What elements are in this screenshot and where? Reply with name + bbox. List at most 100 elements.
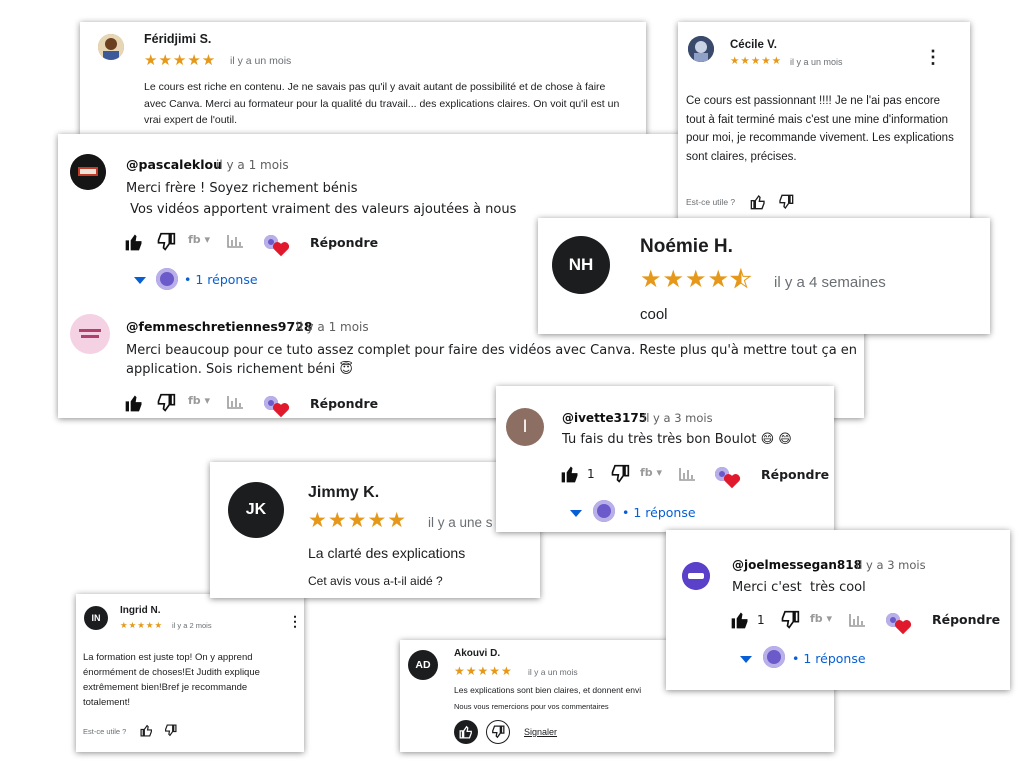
review-text: Les explications sont bien claires, et d… (454, 685, 642, 695)
reviewer-name: Cécile V. (730, 39, 777, 51)
avatar: IN (84, 606, 108, 630)
star-rating: ★★★★★ (308, 509, 408, 532)
reply-button[interactable]: Répondre (310, 396, 378, 411)
stats-icon[interactable] (848, 612, 866, 628)
thumb-up-icon[interactable] (560, 464, 580, 484)
fb-icon[interactable]: fb ▾ (188, 233, 210, 246)
reply-button[interactable]: Répondre (310, 235, 378, 250)
thanks-message: Nous vous remercions pour vos commentair… (454, 702, 609, 711)
reviewer-name: Jimmy K. (308, 484, 380, 501)
comment-author[interactable]: @femmeschretiennes9728 (126, 319, 313, 334)
stats-icon[interactable] (678, 466, 696, 482)
heart-icon (272, 403, 290, 418)
stats-icon[interactable] (226, 394, 244, 410)
chevron-down-icon[interactable] (740, 656, 752, 663)
heart-icon (272, 242, 290, 257)
comment-text: Merci c'est très cool (732, 580, 866, 595)
fb-icon[interactable]: fb ▾ (640, 466, 662, 479)
heart-icon (723, 474, 741, 489)
review-time: il y a un mois (230, 55, 292, 67)
report-link[interactable]: Signaler (524, 727, 557, 737)
review-text: cool (640, 306, 668, 323)
avatar: AD (408, 650, 438, 680)
fb-icon[interactable]: fb ▾ (188, 394, 210, 407)
review-card-ingrid: IN Ingrid N. ★★★★★ il y a 2 mois ⋮ La fo… (76, 594, 304, 752)
comment-author[interactable]: @joelmessegan818 (732, 558, 862, 572)
thumb-down-icon[interactable] (164, 724, 177, 737)
youtube-comment-joel: @joelmessegan818 il y a 3 mois Merci c'e… (666, 530, 1010, 690)
thumb-down-icon (492, 725, 505, 739)
replies-label[interactable]: 1 réponse (633, 505, 695, 520)
replies-label[interactable]: 1 réponse (803, 651, 865, 666)
helpful-label: Cet avis vous a-t-il aidé ? (308, 574, 443, 588)
channel-avatar[interactable]: I (506, 408, 544, 446)
reply-button[interactable]: Répondre (932, 612, 1000, 627)
thumb-up-icon[interactable] (140, 724, 153, 737)
review-card-feridjimi: Féridjimi S. ★★★★★ il y a un mois Le cou… (80, 22, 646, 136)
creator-avatar (156, 268, 178, 290)
reviewer-name: Ingrid N. (120, 605, 161, 616)
channel-avatar[interactable] (682, 562, 710, 590)
comment-text: Vos vidéos apportent vraiment des valeur… (126, 202, 517, 217)
comment-text: Merci frère ! Soyez richement bénis (126, 181, 358, 196)
chevron-down-icon[interactable] (570, 510, 582, 517)
thumb-down-icon[interactable] (778, 194, 794, 210)
comment-time[interactable]: il y a 1 mois (216, 158, 289, 172)
review-text: Le cours est riche en contenu. Je ne sav… (144, 81, 620, 126)
star-rating: ★★★★★ (640, 266, 753, 293)
comment-author[interactable]: @pascaleklou (126, 157, 222, 172)
avatar: NH (552, 236, 610, 294)
helpful-label: Est-ce utile ? (83, 727, 127, 736)
thumb-up-icon[interactable] (124, 232, 144, 252)
avatar (688, 36, 714, 62)
review-card-cecile: Cécile V. ★★★★★ il y a un mois ⋮ Ce cour… (678, 22, 970, 228)
thumb-up-button[interactable] (454, 720, 478, 744)
view-replies-link[interactable]: • 1 réponse (184, 272, 258, 287)
review-time: il y a 4 semaines (774, 274, 886, 291)
comment-author[interactable]: @ivette3175 (562, 411, 647, 425)
thumb-down-button[interactable] (486, 720, 510, 744)
reply-button[interactable]: Répondre (761, 467, 829, 482)
view-replies-link[interactable]: • 1 réponse (622, 505, 696, 520)
thumb-up-icon[interactable] (124, 393, 144, 413)
star-rating: ★★★★★ (730, 55, 783, 67)
thumb-down-icon[interactable] (610, 464, 630, 484)
review-text: La clarté des explications (308, 545, 466, 561)
view-replies-link[interactable]: • 1 réponse (792, 651, 866, 666)
stats-icon[interactable] (226, 233, 244, 249)
review-card-jimmy: JK Jimmy K. ★★★★★ il y a une s La clarté… (210, 462, 540, 598)
half-star: ★ (730, 266, 753, 293)
avatar (98, 34, 124, 60)
comment-time[interactable]: il y a 1 mois (296, 320, 369, 334)
more-vert-icon[interactable]: ⋮ (924, 48, 942, 66)
review-time: il y a un mois (528, 667, 578, 677)
channel-avatar[interactable] (70, 314, 110, 354)
thumb-down-icon[interactable] (156, 393, 176, 413)
thumb-up-icon[interactable] (730, 610, 750, 630)
channel-avatar[interactable] (70, 154, 106, 190)
helpful-label: Est-ce utile ? (686, 197, 736, 207)
star-rating: ★★★★★ (120, 620, 164, 630)
comment-text: Merci beaucoup pour ce tuto assez comple… (126, 343, 858, 358)
chevron-down-icon[interactable] (134, 277, 146, 284)
thumb-down-icon[interactable] (156, 232, 176, 252)
like-count: 1 (587, 467, 595, 481)
comment-text: Tu fais du très très bon Boulot 😄 😄 (562, 432, 792, 447)
comment-text: application. Sois richement béni 😇 (126, 362, 353, 377)
like-count: 1 (757, 613, 765, 627)
thumb-down-icon[interactable] (780, 610, 800, 630)
star-rating: ★★★★★ (144, 52, 217, 69)
review-time: il y a un mois (790, 57, 843, 67)
thumb-up-icon[interactable] (750, 194, 766, 210)
avatar: JK (228, 482, 284, 538)
reviewer-name: Féridjimi S. (144, 32, 212, 46)
comment-time[interactable]: il y a 3 mois (643, 411, 713, 425)
fb-icon[interactable]: fb ▾ (810, 612, 832, 625)
review-time: il y a 2 mois (172, 621, 212, 630)
comment-time[interactable]: il y a 3 mois (856, 558, 926, 572)
replies-label[interactable]: 1 réponse (195, 272, 257, 287)
heart-icon (894, 620, 912, 635)
more-vert-icon[interactable]: ⋮ (288, 614, 302, 628)
review-text: Ce cours est passionnant !!!! Je ne l'ai… (686, 95, 954, 163)
creator-avatar (763, 646, 785, 668)
